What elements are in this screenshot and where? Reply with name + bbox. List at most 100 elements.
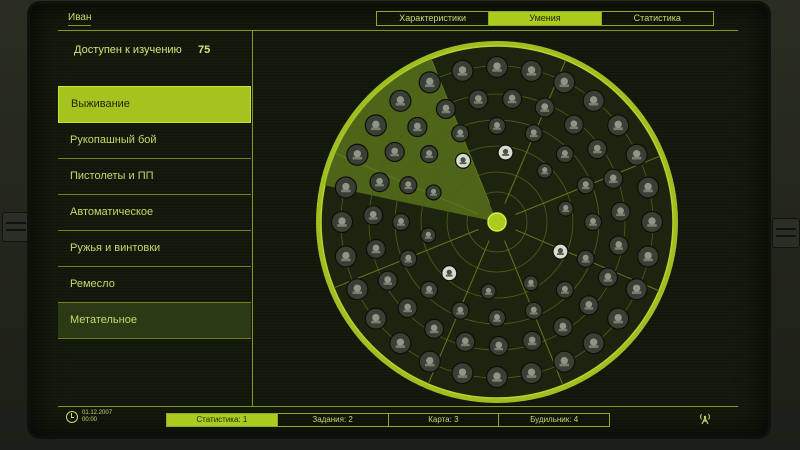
skill-pictogram-icon: [559, 363, 569, 367]
skill-pictogram-icon: [502, 148, 509, 155]
skill-pictogram-icon: [442, 104, 450, 112]
skill-pictogram-icon: [495, 341, 503, 349]
skill-pictogram-icon: [582, 254, 589, 261]
tab-statistics[interactable]: Статистика: [602, 12, 713, 25]
skill-pictogram-icon: [558, 328, 568, 332]
skill-pictogram-icon: [643, 189, 653, 193]
skill-pictogram-icon: [425, 155, 433, 158]
skill-pictogram-icon: [530, 306, 537, 313]
skill-pictogram-icon: [528, 279, 534, 285]
skill-pictogram-icon: [375, 184, 384, 187]
skill-pictogram-icon: [560, 77, 568, 86]
left-latch: [2, 212, 30, 242]
skill-category-throwing[interactable]: Метательное: [58, 303, 251, 339]
clock-icon: [66, 411, 78, 423]
skill-pictogram-icon: [372, 120, 380, 129]
skill-pictogram-icon: [609, 174, 617, 182]
skill-pictogram-icon: [474, 101, 483, 104]
skill-pictogram-icon: [647, 224, 657, 227]
skill-pictogram-icon: [570, 120, 578, 128]
skill-pictogram-icon: [441, 110, 451, 114]
skill-pictogram-icon: [456, 135, 465, 138]
skill-pictogram-icon: [508, 94, 516, 102]
skill-pictogram-icon: [615, 241, 623, 248]
tab-skills[interactable]: Умения: [489, 12, 602, 25]
status-alarm[interactable]: Будильник: 4: [499, 414, 609, 426]
skill-pictogram-icon: [581, 186, 590, 190]
skill-pictogram-icon: [613, 127, 623, 131]
skill-pictogram-icon: [372, 313, 380, 322]
skill-pictogram-icon: [604, 273, 612, 280]
skill-pictogram-icon: [371, 127, 381, 131]
skill-pictogram-icon: [457, 306, 464, 313]
skill-pictogram-icon: [459, 162, 467, 165]
skill-pictogram-icon: [560, 356, 568, 365]
skill-pictogram-icon: [352, 291, 363, 294]
skill-pictogram-icon: [398, 218, 404, 224]
skill-pictogram-icon: [559, 322, 567, 330]
skill-pictogram-icon: [494, 122, 500, 128]
skill-category-pistols[interactable]: Пистолеты и ПП: [58, 159, 251, 195]
skill-pictogram-icon: [588, 102, 599, 106]
skill-pictogram-icon: [414, 122, 421, 130]
skill-pictogram-icon: [613, 320, 623, 324]
skill-pictogram-icon: [430, 193, 437, 196]
skill-pictogram-icon: [632, 284, 641, 292]
signal-icon: [700, 413, 710, 425]
time-label: 00:00: [82, 417, 98, 423]
skill-pictogram-icon: [643, 258, 653, 262]
skill-pictogram-icon: [589, 223, 597, 226]
skill-pictogram-icon: [563, 205, 569, 211]
skill-pictogram-icon: [493, 62, 501, 70]
skill-pictogram-icon: [425, 363, 435, 367]
status-statistics[interactable]: Статистика: 1: [167, 414, 278, 426]
skill-pictogram-icon: [405, 254, 412, 261]
skill-category-automatic[interactable]: Автоматическое: [58, 195, 251, 231]
skill-pictogram-icon: [528, 336, 536, 344]
skill-pictogram-icon: [559, 84, 569, 88]
wheel-center-hub: [487, 212, 507, 232]
header-divider: [58, 30, 738, 31]
skill-category-list: Выживание Рукопашный бой Пистолеты и ПП …: [58, 86, 251, 339]
skill-pictogram-icon: [507, 100, 517, 104]
skill-pictogram-icon: [395, 345, 406, 348]
tab-characteristics[interactable]: Характеристики: [377, 12, 490, 25]
skill-pictogram-icon: [603, 279, 613, 282]
skill-points-value: 75: [198, 44, 211, 56]
date-label: 01.12.2007: [82, 410, 113, 416]
skill-pictogram-icon: [485, 292, 492, 295]
skill-category-survival[interactable]: Выживание: [58, 86, 251, 123]
datetime-readout: 01.12.2007 00:00: [82, 410, 112, 424]
skill-pictogram-icon: [529, 312, 538, 315]
skill-pictogram-icon: [526, 72, 537, 76]
skill-pictogram-icon: [632, 150, 641, 158]
skill-pictogram-icon: [561, 285, 568, 292]
skill-pictogram-icon: [530, 129, 537, 136]
skill-pictogram-icon: [588, 345, 599, 348]
skill-pictogram-icon: [493, 372, 501, 380]
skill-category-melee[interactable]: Рукопашный бой: [58, 123, 251, 159]
status-tasks[interactable]: Задания: 2: [278, 414, 389, 426]
skill-pictogram-icon: [589, 96, 598, 104]
skill-pictogram-icon: [614, 313, 622, 322]
skill-pictogram-icon: [341, 189, 351, 193]
panel-divider: [252, 30, 253, 406]
skill-pictogram-icon: [424, 236, 432, 239]
skill-pictogram-icon: [352, 156, 363, 160]
skill-pictogram-icon: [397, 223, 405, 226]
skill-pictogram-icon: [460, 157, 466, 163]
skill-pictogram-icon: [342, 182, 350, 191]
skill-pictogram-icon: [430, 324, 438, 332]
skill-category-rifles[interactable]: Ружья и винтовки: [58, 231, 251, 267]
skill-wheel: [316, 41, 678, 403]
skill-pictogram-icon: [426, 356, 434, 365]
skill-category-crafting[interactable]: Ремесло: [58, 267, 251, 303]
skill-pictogram-icon: [493, 319, 501, 322]
status-map[interactable]: Карта: 3: [389, 414, 500, 426]
skill-pictogram-icon: [631, 156, 642, 160]
skill-pictogram-icon: [369, 210, 377, 218]
skill-pictogram-icon: [527, 342, 537, 346]
skill-pictogram-icon: [426, 285, 433, 292]
skill-pictogram-icon: [396, 338, 405, 346]
skill-pictogram-icon: [395, 102, 406, 106]
